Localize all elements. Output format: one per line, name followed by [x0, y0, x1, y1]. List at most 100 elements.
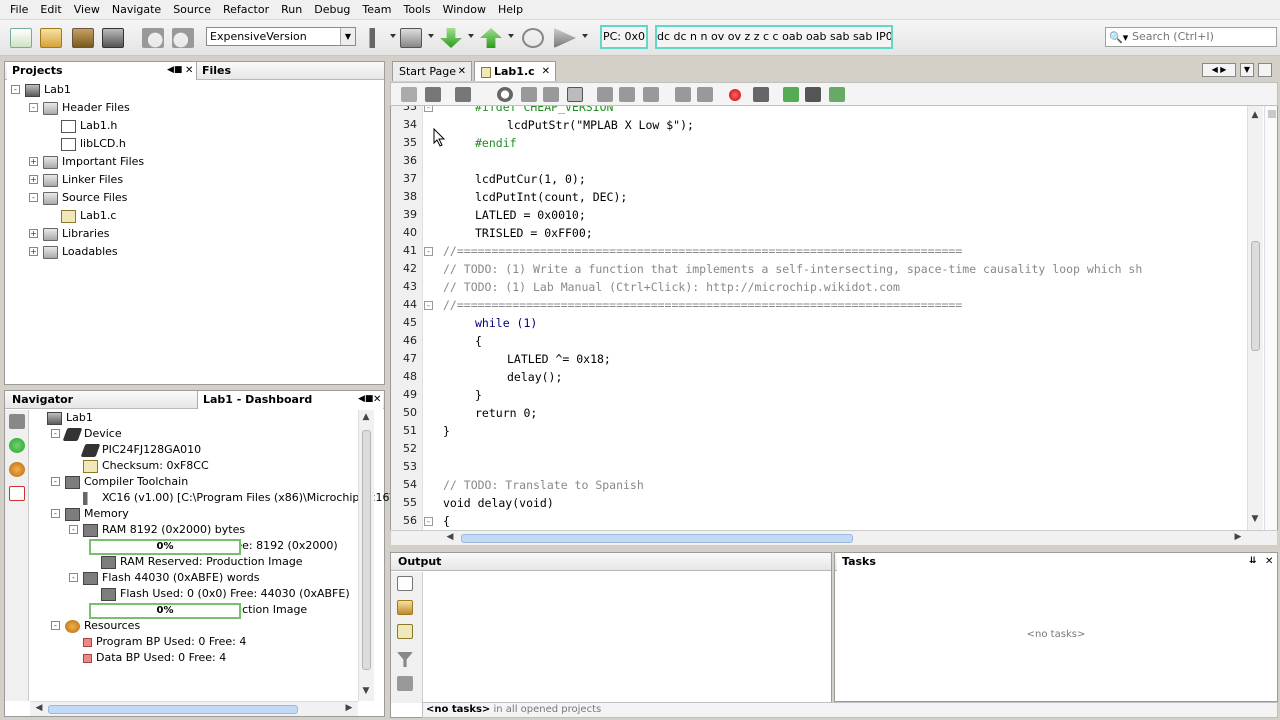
new-project-icon[interactable] — [40, 28, 62, 48]
fold-icon[interactable]: - — [424, 106, 433, 112]
macro-stop-icon[interactable] — [753, 87, 769, 102]
collapse-icon[interactable]: - — [29, 103, 38, 112]
expand-icon[interactable]: + — [29, 175, 38, 184]
tab-output[interactable]: Output — [393, 553, 441, 571]
minimize-icon[interactable]: ◀■ — [358, 391, 373, 408]
tab-tasks[interactable]: Tasks ⇊ ✕ — [837, 553, 1277, 571]
compile-file-icon[interactable] — [829, 87, 845, 102]
debug-tool-icon[interactable] — [9, 462, 25, 477]
uncomment-icon[interactable] — [805, 87, 821, 102]
minimize-icon[interactable]: ◀■ — [167, 62, 182, 79]
expand-icon[interactable]: + — [29, 229, 38, 238]
menu-source[interactable]: Source — [167, 3, 217, 16]
back-icon[interactable] — [455, 87, 471, 102]
code-line[interactable]: delay(); — [507, 370, 562, 384]
code-line[interactable]: //======================================… — [443, 244, 962, 258]
undo-icon[interactable] — [142, 28, 164, 48]
scroll-down-icon[interactable]: ▼ — [1248, 514, 1262, 524]
dashboard-vertical-scrollbar[interactable]: ▲ ▼ — [358, 410, 374, 701]
collapse-icon[interactable]: - — [29, 193, 38, 202]
next-bookmark-icon[interactable] — [619, 87, 635, 102]
tab-start-page[interactable]: Start Page ✕ — [392, 61, 472, 81]
debug-dropdown-icon[interactable] — [582, 34, 588, 38]
tab-navigator[interactable]: Navigator — [7, 391, 197, 409]
tree-item[interactable]: Lab1 — [25, 81, 71, 99]
menu-tools[interactable]: Tools — [397, 3, 436, 16]
code-line[interactable]: // TODO: (1) Lab Manual (Ctrl+Click): ht… — [443, 280, 900, 294]
close-icon[interactable]: ✕ — [458, 62, 466, 81]
new-file-icon[interactable] — [10, 28, 32, 48]
redo-icon[interactable] — [172, 28, 194, 48]
code-line[interactable]: while (1) — [475, 316, 537, 330]
tree-item[interactable]: Important Files — [43, 153, 144, 171]
collapse-icon[interactable]: - — [51, 621, 60, 630]
close-icon[interactable]: ✕ — [1265, 553, 1273, 570]
code-editor[interactable]: 33 34 35 36 37 38 39 40 41 42 43 44 45 46 47 48 49 50 51 52… — [390, 106, 1278, 530]
code-line[interactable]: #endif — [475, 136, 517, 150]
fold-icon[interactable]: - — [424, 247, 433, 256]
menu-navigate[interactable]: Navigate — [106, 3, 167, 16]
document-icon[interactable] — [397, 576, 413, 591]
fold-icon[interactable]: - — [424, 517, 433, 526]
shift-left-icon[interactable] — [675, 87, 691, 102]
close-icon[interactable]: ✕ — [542, 62, 550, 81]
tree-item[interactable]: Lab1.h — [61, 117, 117, 135]
tab-projects[interactable]: Projects ◀■ ✕ — [7, 62, 197, 80]
tab-files[interactable]: Files — [197, 62, 377, 80]
tree-item[interactable]: Lab1.c — [61, 207, 116, 225]
code-line[interactable]: LATLED ^= 0x18; — [507, 352, 611, 366]
code-line[interactable]: //======================================… — [443, 298, 962, 312]
menu-window[interactable]: Window — [437, 3, 492, 16]
scrollbar-thumb[interactable] — [461, 534, 853, 543]
collapse-icon[interactable]: - — [51, 429, 60, 438]
configuration-select[interactable]: ExpensiveVersion ▼ — [206, 27, 356, 46]
scroll-up-icon[interactable]: ▲ — [1248, 110, 1262, 120]
tab-list-icon[interactable]: ▼ — [1240, 63, 1254, 77]
code-line[interactable]: TRISLED = 0xFF00; — [475, 226, 593, 240]
scrollbar-thumb[interactable] — [48, 705, 298, 714]
find-next-icon[interactable] — [543, 87, 559, 102]
code-line[interactable]: #ifdef CHEAP_VERSION — [475, 106, 613, 114]
pdf-icon[interactable] — [9, 486, 25, 501]
editor-vertical-scrollbar[interactable]: ▲ ▼ — [1247, 106, 1263, 530]
code-line[interactable]: return 0; — [475, 406, 537, 420]
menu-refactor[interactable]: Refactor — [217, 3, 275, 16]
hierarchy-icon[interactable] — [397, 676, 413, 691]
code-line[interactable]: LATLED = 0x0010; — [475, 208, 586, 222]
search-field[interactable]: 🔍▾ — [1105, 27, 1277, 47]
refresh-icon[interactable] — [9, 438, 25, 453]
comment-icon[interactable] — [783, 87, 799, 102]
filter-icon[interactable] — [397, 652, 413, 667]
fold-icon[interactable]: - — [424, 301, 433, 310]
tree-item[interactable]: Source Files — [43, 189, 127, 207]
collapse-icon[interactable]: - — [11, 85, 20, 94]
tab-lab1-c[interactable]: Lab1.c ✕ — [474, 61, 556, 81]
scrollbar-thumb[interactable] — [1251, 241, 1260, 351]
read-dropdown-icon[interactable] — [508, 34, 514, 38]
reset-icon[interactable] — [522, 28, 544, 48]
open-project-icon[interactable] — [72, 28, 94, 48]
dashboard-horizontal-scrollbar[interactable]: ◀ ▶ — [30, 701, 358, 716]
code-line[interactable]: { — [443, 514, 450, 528]
scroll-right-icon[interactable]: ▶ — [1231, 532, 1245, 542]
minimize-icon[interactable]: ⇊ — [1249, 553, 1257, 570]
menu-team[interactable]: Team — [356, 3, 397, 16]
collapse-icon[interactable]: - — [51, 509, 60, 518]
tree-item[interactable]: Libraries — [43, 225, 110, 243]
code-line[interactable]: lcdPutInt(count, DEC); — [475, 190, 627, 204]
collapse-icon[interactable]: - — [69, 525, 78, 534]
menu-help[interactable]: Help — [492, 3, 529, 16]
code-line[interactable]: } — [443, 424, 450, 438]
tree-item[interactable]: Linker Files — [43, 171, 123, 189]
menu-debug[interactable]: Debug — [308, 3, 356, 16]
properties-icon[interactable] — [9, 414, 25, 429]
code-line[interactable]: // TODO: Translate to Spanish — [443, 478, 644, 492]
files-icon[interactable] — [397, 624, 413, 639]
find-icon[interactable] — [497, 87, 513, 102]
code-line[interactable]: } — [475, 388, 482, 402]
editor-horizontal-scrollbar[interactable]: ◀ ▶ — [390, 530, 1278, 546]
tree-item[interactable]: libLCD.h — [61, 135, 126, 153]
code-line[interactable]: lcdPutCur(1, 0); — [475, 172, 586, 186]
tab-dashboard[interactable]: Lab1 - Dashboard ◀■ ✕ — [197, 391, 383, 409]
close-icon[interactable]: ✕ — [373, 391, 381, 408]
